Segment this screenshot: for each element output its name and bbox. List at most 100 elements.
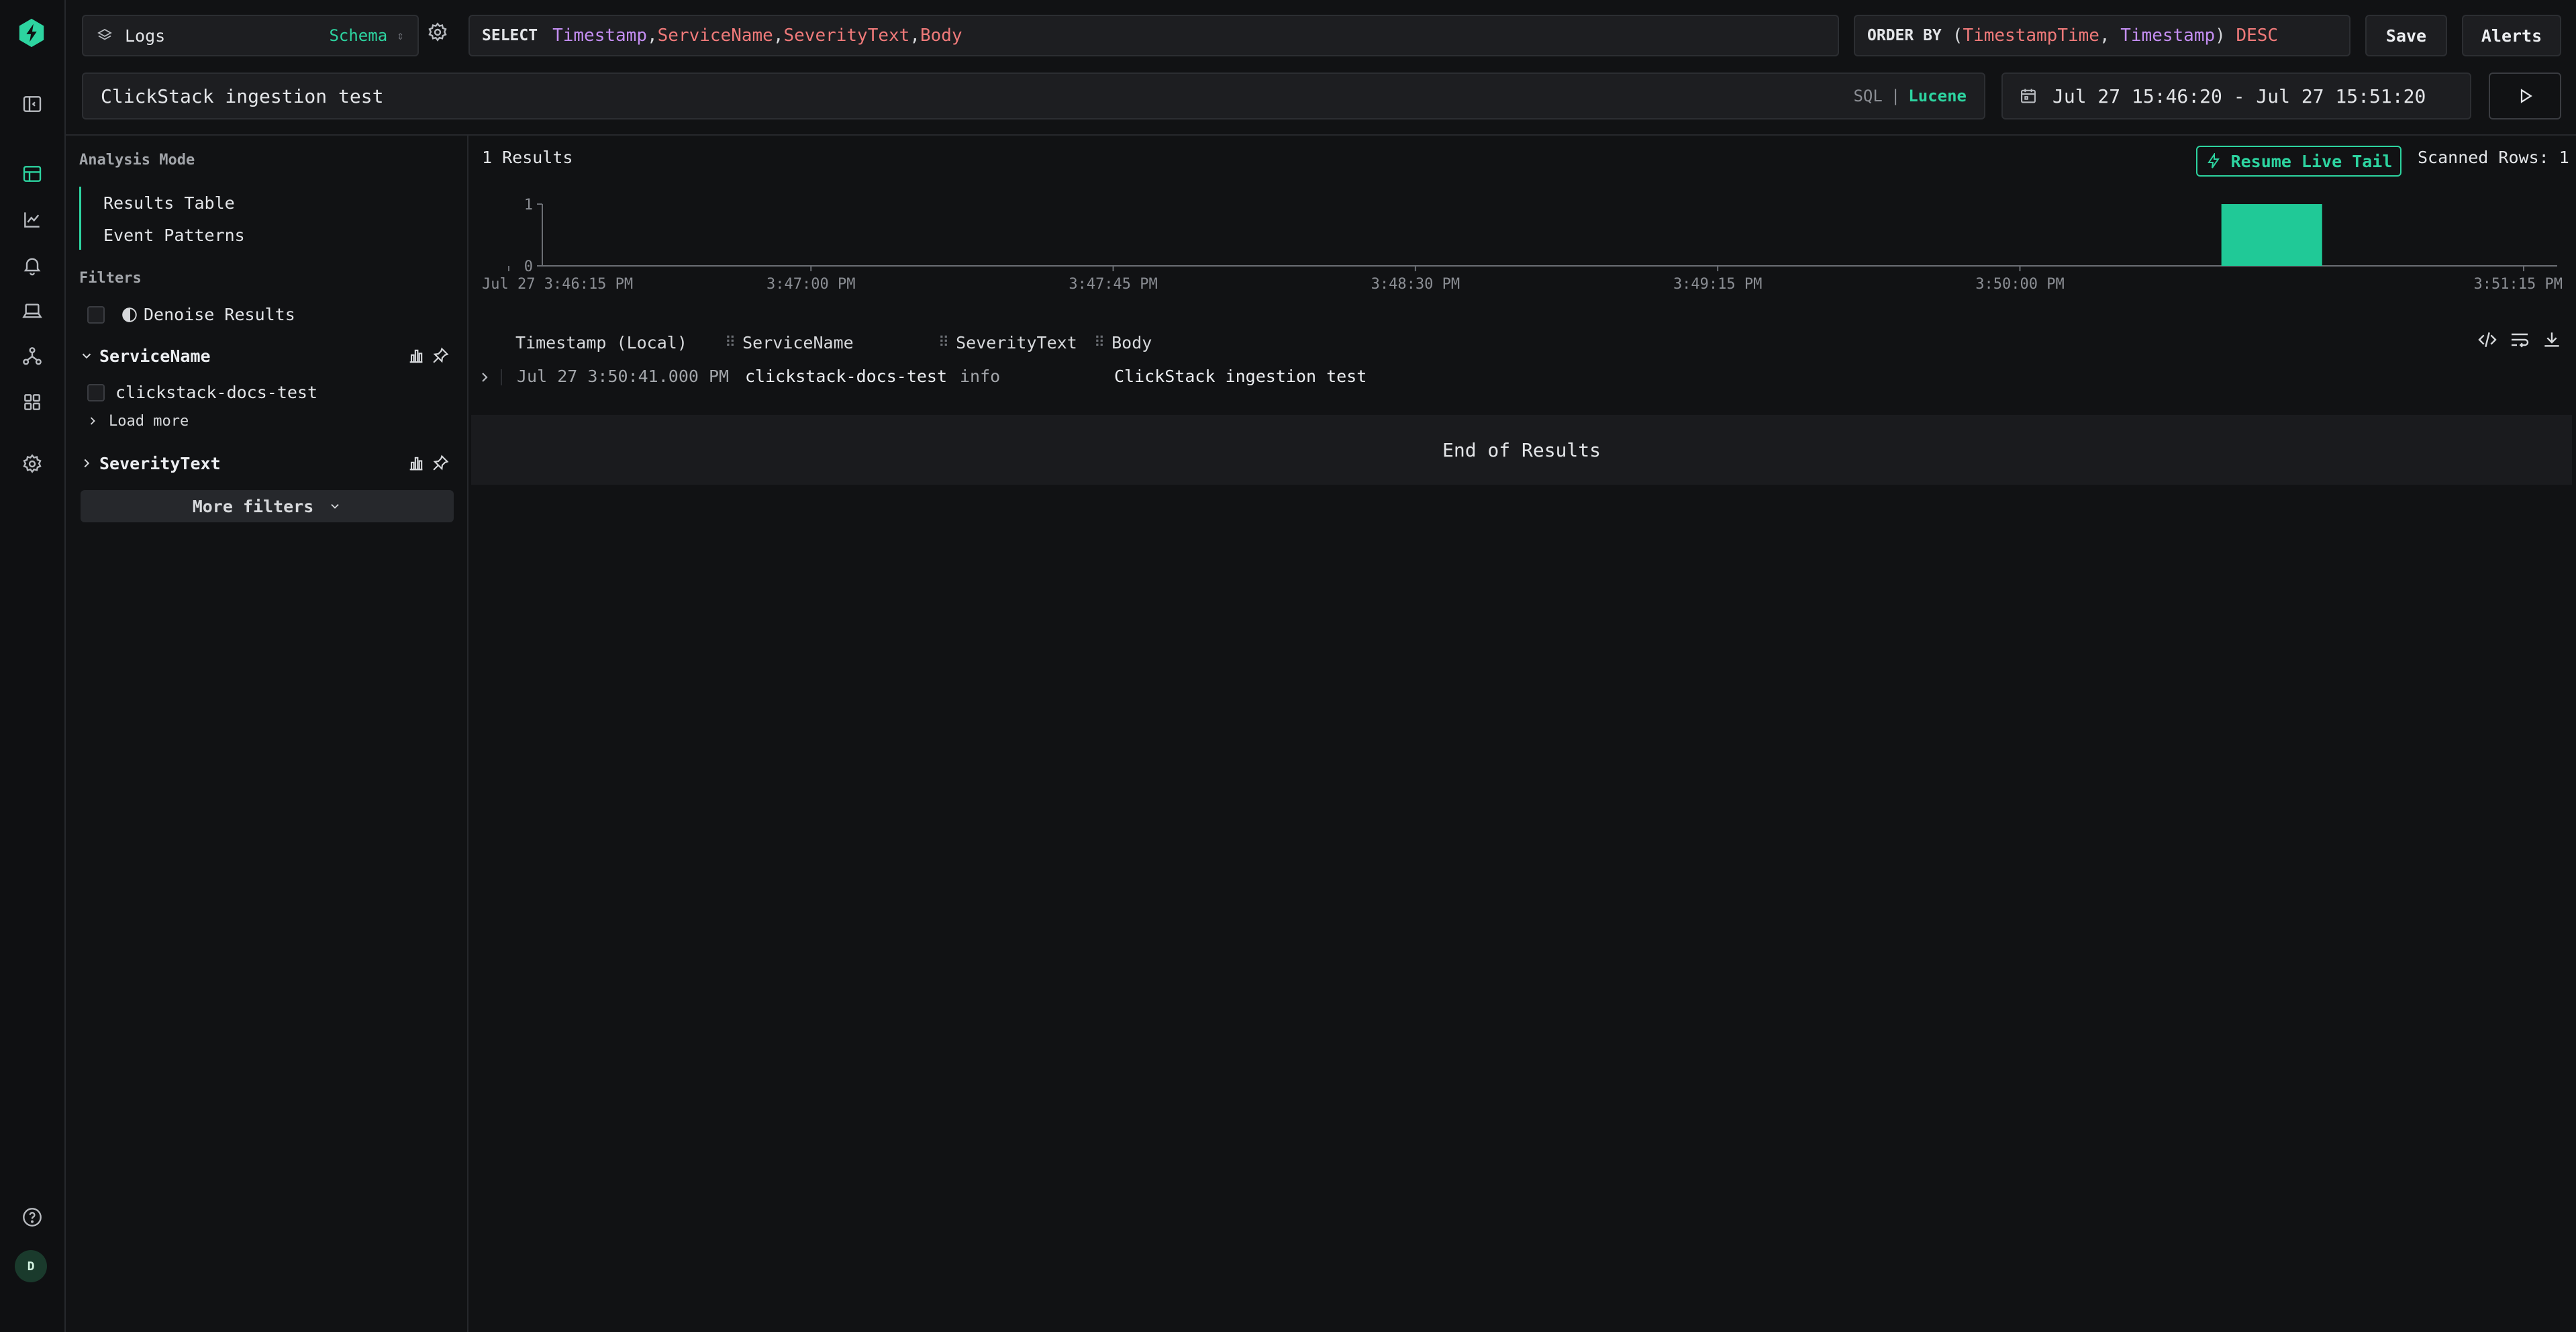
y-tick-label: 1: [524, 197, 533, 213]
expand-row-chevron-icon[interactable]: [477, 369, 493, 385]
order-by-paren: (: [1952, 26, 1963, 46]
mode-event-patterns[interactable]: Event Patterns: [103, 226, 245, 245]
table-row[interactable]: Jul 27 3:50:41.000 PM clickstack-docs-te…: [471, 361, 2576, 393]
settings-gear-icon[interactable]: [17, 448, 48, 479]
chart-explorer-icon[interactable]: [17, 204, 48, 235]
x-tick-label: 3:50:00 PM: [1975, 276, 2064, 293]
x-tick-label: Jul 27 3:46:15 PM: [482, 276, 633, 293]
cell-body: ClickStack ingestion test: [1114, 367, 1367, 386]
facet-pin-icon[interactable]: [431, 346, 450, 365]
source-label: Logs: [125, 26, 166, 46]
facet-severitytext-toggle[interactable]: SeverityText: [79, 451, 221, 475]
facet-value-checkbox[interactable]: [87, 384, 105, 401]
schema-link[interactable]: Schema: [329, 26, 387, 45]
select-col: ServiceName: [657, 26, 773, 46]
column-header-servicename[interactable]: ⠿ ServiceName: [725, 333, 854, 352]
order-by-col: Timestamp: [2120, 26, 2216, 46]
load-more-button[interactable]: Load more: [86, 411, 189, 431]
results-count: 1 Results: [482, 148, 573, 167]
wrap-lines-icon[interactable]: [2509, 329, 2530, 350]
facet-pin-icon[interactable]: [431, 454, 450, 473]
collapse-sidebar-icon[interactable]: [17, 89, 48, 120]
column-header-severitytext[interactable]: ⠿ SeverityText: [938, 333, 1077, 352]
x-tick-label: 3:48:30 PM: [1371, 276, 1460, 293]
order-by-keyword: ORDER BY: [1867, 27, 1942, 44]
column-header-label: Timestamp (Local): [515, 333, 687, 352]
row-divider: [501, 369, 502, 385]
sql-mode[interactable]: SQL: [1853, 87, 1882, 105]
lucene-mode[interactable]: Lucene: [1908, 87, 1967, 105]
facet-servicename-label: ServiceName: [99, 346, 211, 366]
facet-servicename-toggle[interactable]: ServiceName: [79, 344, 211, 368]
select-columns-input[interactable]: SELECT Timestamp, ServiceName, SeverityTex…: [468, 15, 1839, 56]
help-question-icon[interactable]: [17, 1202, 48, 1233]
source-select[interactable]: Logs Schema ⇕: [82, 15, 419, 56]
source-settings-gear-icon[interactable]: [427, 21, 448, 43]
mode-separator: |: [1890, 87, 1901, 105]
download-icon[interactable]: [2541, 329, 2563, 350]
facet-severitytext-label: SeverityText: [99, 453, 221, 473]
save-button[interactable]: Save: [2365, 15, 2447, 56]
cell-severity: info: [960, 367, 1001, 386]
x-tick-label: 3:47:00 PM: [766, 276, 855, 293]
time-range-picker[interactable]: Jul 27 15:46:20 - Jul 27 15:51:20: [2001, 73, 2471, 120]
load-more-label: Load more: [109, 412, 189, 430]
events-histogram[interactable]: 1 0Jul 27 3:46:15 PM 3:47:00 PM 3:47:45 PM 3…: [482, 195, 2569, 302]
facet-chart-icon[interactable]: [407, 346, 426, 365]
x-tick-label: 3:51:15 PM: [2474, 276, 2563, 293]
column-header-label: SeverityText: [956, 333, 1077, 352]
facet-chart-icon[interactable]: [407, 454, 426, 473]
facet-value-label: clickstack-docs-test: [115, 383, 318, 402]
filter-panel: Analysis Mode Results Table Event Patter…: [66, 136, 468, 1332]
chevron-down-icon: [82, 353, 91, 359]
drag-handle-icon[interactable]: ⠿: [1094, 334, 1105, 351]
run-query-button[interactable]: [2489, 73, 2561, 120]
column-header-label: Body: [1111, 333, 1152, 352]
user-avatar[interactable]: D: [15, 1250, 47, 1282]
search-query: ClickStack ingestion test: [101, 85, 384, 107]
more-filters-label: More filters: [192, 496, 314, 516]
filters-title: Filters: [79, 270, 142, 287]
alerts-bell-icon[interactable]: [17, 250, 48, 281]
column-header-label: ServiceName: [742, 333, 854, 352]
column-header-body[interactable]: ⠿ Body: [1094, 333, 1152, 352]
hyperdx-logo-icon[interactable]: [13, 15, 50, 51]
column-header-timestamp[interactable]: Timestamp (Local): [515, 333, 687, 352]
code-view-icon[interactable]: [2477, 329, 2498, 350]
resume-live-tail-button[interactable]: Resume Live Tail: [2196, 146, 2401, 177]
dashboards-grid-icon[interactable]: [17, 387, 48, 418]
select-keyword: SELECT: [482, 27, 538, 44]
layers-icon: [97, 28, 112, 40]
chevron-right-icon: [84, 459, 90, 468]
select-col: Body: [920, 26, 962, 46]
select-updown-icon: ⇕: [397, 28, 404, 43]
drag-handle-icon[interactable]: ⠿: [725, 334, 736, 351]
app-root: D Logs Schema ⇕ SELECT Timestamp, Service…: [0, 0, 2576, 1332]
cell-timestamp: Jul 27 3:50:41.000 PM: [517, 367, 730, 386]
lightning-icon: [2207, 153, 2220, 169]
cell-servicename: clickstack-docs-test: [745, 367, 948, 386]
order-by-direction: DESC: [2236, 26, 2279, 46]
x-tick-label: 3:49:15 PM: [1673, 276, 1762, 293]
search-input[interactable]: ClickStack ingestion test SQL | Lucene: [82, 73, 1985, 120]
chevron-down-icon: [331, 504, 339, 509]
drag-handle-icon[interactable]: ⠿: [938, 334, 949, 351]
more-filters-button[interactable]: More filters: [81, 490, 454, 522]
search-table-icon[interactable]: [17, 158, 48, 189]
query-language-toggle[interactable]: SQL | Lucene: [1853, 87, 1967, 105]
service-map-icon[interactable]: [17, 341, 48, 372]
denoise-checkbox[interactable]: [87, 306, 105, 324]
alerts-button[interactable]: Alerts: [2462, 15, 2561, 56]
play-icon: [2520, 89, 2532, 103]
end-of-results: End of Results: [471, 415, 2572, 485]
contrast-icon: [122, 307, 137, 322]
histogram-bar: [2221, 204, 2322, 266]
laptop-icon[interactable]: [17, 295, 48, 326]
left-rail: D: [0, 0, 66, 1332]
mode-results-table[interactable]: Results Table: [103, 193, 235, 213]
scanned-rows: Scanned Rows: 1: [2418, 148, 2569, 167]
x-tick-label: 3:47:45 PM: [1069, 276, 1157, 293]
order-by-input[interactable]: ORDER BY (TimestampTime, Timestamp) DESC: [1854, 15, 2350, 56]
mode-active-indicator: [79, 187, 81, 250]
time-range-value: Jul 27 15:46:20 - Jul 27 15:51:20: [2052, 85, 2426, 107]
